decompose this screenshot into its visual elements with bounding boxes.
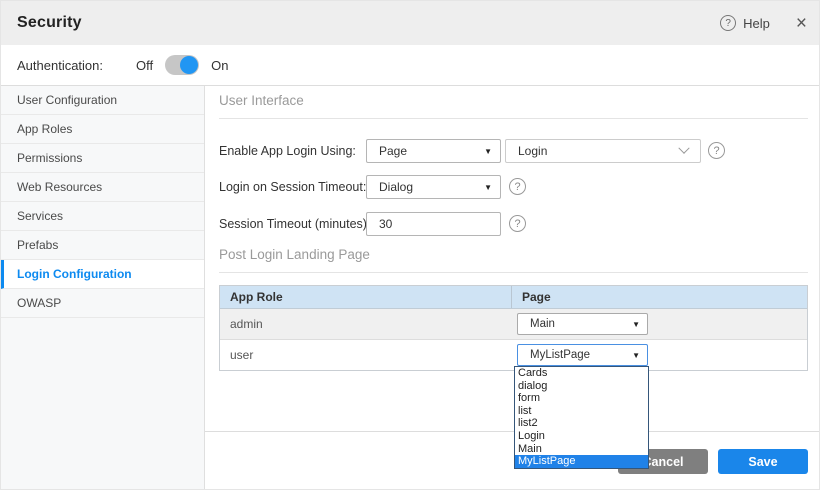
landing-page-table: App Role Page admin Main ▼ user MyListPa…: [219, 285, 808, 371]
option-form[interactable]: form: [515, 392, 648, 405]
page-title: Security: [17, 14, 82, 32]
login-type-value: Page: [367, 144, 484, 158]
sidebar-item-prefabs[interactable]: Prefabs: [1, 231, 204, 260]
help-icon[interactable]: ?: [720, 15, 736, 31]
login-type-select[interactable]: Page ▼: [366, 139, 501, 163]
column-header-app-role: App Role: [220, 286, 512, 308]
session-timeout-type-select[interactable]: Dialog ▼: [366, 175, 501, 199]
page-cell: Main ▼: [512, 309, 807, 339]
toggle-off-label: Off: [136, 58, 153, 73]
header-actions: ? Help ×: [720, 1, 807, 45]
session-timeout-minutes-label: Session Timeout (minutes):: [219, 212, 370, 236]
security-dialog: Security ? Help × Authentication: Off On…: [0, 0, 820, 490]
option-cards[interactable]: Cards: [515, 367, 648, 380]
sidebar-item-app-roles[interactable]: App Roles: [1, 115, 204, 144]
admin-page-select[interactable]: Main ▼: [517, 313, 648, 335]
dropdown-arrow-icon: ▼: [484, 147, 492, 156]
authentication-toggle[interactable]: [165, 55, 199, 75]
section-title-user-interface: User Interface: [219, 93, 808, 119]
enable-app-login-help-icon[interactable]: ?: [708, 142, 725, 159]
chevron-down-icon: [678, 143, 689, 154]
footer-divider: [205, 431, 820, 432]
login-page-select[interactable]: Login: [505, 139, 701, 163]
user-page-value: MyListPage: [518, 349, 632, 361]
column-header-page: Page: [512, 286, 807, 308]
enable-app-login-label: Enable App Login Using:: [219, 139, 356, 163]
option-login[interactable]: Login: [515, 430, 648, 443]
app-role-cell: user: [220, 340, 512, 370]
sidebar-item-owasp[interactable]: OWASP: [1, 289, 204, 318]
session-timeout-type-help-icon[interactable]: ?: [509, 178, 526, 195]
sidebar-item-web-resources[interactable]: Web Resources: [1, 173, 204, 202]
user-page-select[interactable]: MyListPage ▼: [517, 344, 648, 366]
header-bar: Security ? Help ×: [1, 1, 820, 45]
session-timeout-type-value: Dialog: [367, 180, 484, 194]
sidebar-item-user-configuration[interactable]: User Configuration: [1, 86, 204, 115]
toggle-knob: [180, 56, 198, 74]
session-timeout-minutes-input[interactable]: [366, 212, 501, 236]
option-list[interactable]: list: [515, 405, 648, 418]
dropdown-arrow-icon: ▼: [484, 183, 492, 192]
table-header-row: App Role Page: [220, 286, 807, 309]
page-options-dropdown: Cards dialog form list list2 Login Main …: [514, 366, 649, 469]
option-main[interactable]: Main: [515, 443, 648, 456]
session-timeout-type-label: Login on Session Timeout:: [219, 175, 366, 199]
dropdown-arrow-icon: ▼: [632, 320, 640, 329]
toggle-on-label: On: [211, 58, 228, 73]
option-mylistpage[interactable]: MyListPage: [515, 455, 648, 468]
authentication-label: Authentication:: [17, 58, 103, 73]
section-title-post-login: Post Login Landing Page: [219, 247, 808, 273]
sidebar-nav: User Configuration App Roles Permissions…: [1, 86, 205, 490]
app-role-cell: admin: [220, 309, 512, 339]
option-list2[interactable]: list2: [515, 417, 648, 430]
session-timeout-minutes-help-icon[interactable]: ?: [509, 215, 526, 232]
save-button[interactable]: Save: [718, 449, 808, 474]
sidebar-item-login-configuration[interactable]: Login Configuration: [1, 260, 204, 289]
sidebar-item-services[interactable]: Services: [1, 202, 204, 231]
table-row-admin: admin Main ▼: [220, 309, 807, 339]
dropdown-arrow-icon: ▼: [632, 351, 640, 360]
option-dialog[interactable]: dialog: [515, 380, 648, 393]
sidebar-item-permissions[interactable]: Permissions: [1, 144, 204, 173]
authentication-bar: Authentication: Off On: [1, 45, 820, 86]
login-page-value: Login: [506, 144, 680, 158]
help-link[interactable]: Help: [743, 16, 770, 31]
close-icon[interactable]: ×: [796, 14, 807, 33]
admin-page-value: Main: [518, 318, 632, 330]
